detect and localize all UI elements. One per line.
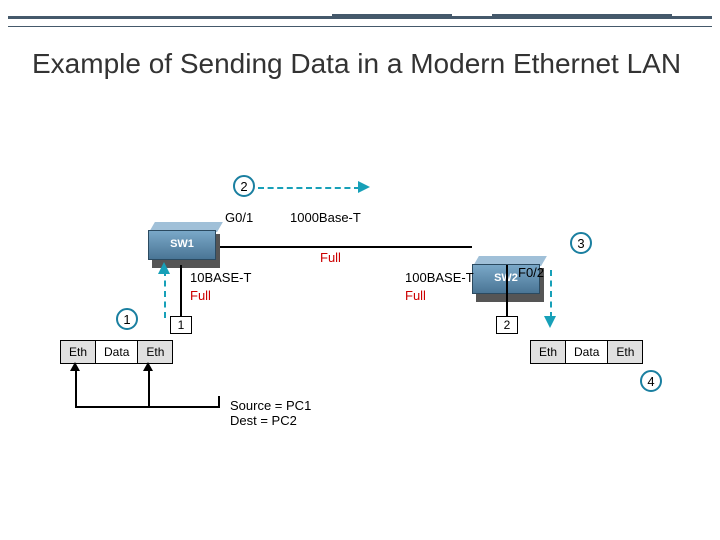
callout-line-1 [75, 366, 77, 406]
callout-hline [75, 406, 220, 408]
port-g01: G0/1 [225, 210, 253, 225]
step-3-arrowhead [544, 316, 556, 328]
step-1-arrowhead [158, 262, 170, 274]
callout-source: Source = PC1 [230, 398, 311, 413]
pc2-icon: 2 [496, 316, 518, 334]
callout-line-2 [148, 366, 150, 406]
trunk-type: 1000Base-T [290, 210, 361, 225]
callout-dest: Dest = PC2 [230, 413, 311, 428]
step-2-marker: 2 [233, 175, 255, 197]
step-1-marker: 1 [116, 308, 138, 330]
step-1-arrow [164, 270, 166, 318]
right-link-type: 100BASE-T [405, 270, 474, 285]
step-3-arrow [550, 270, 552, 318]
callout-vconnector [218, 396, 220, 408]
callout-arrowhead-2 [143, 362, 153, 371]
frame-left-eth-header: Eth [61, 341, 96, 363]
slide-title: Example of Sending Data in a Modern Ethe… [32, 46, 681, 81]
frame-right-eth-header: Eth [531, 341, 566, 363]
frame-right-data: Data [566, 341, 608, 363]
left-link-duplex: Full [190, 288, 211, 303]
network-diagram: SW1 SW2 G0/1 1000Base-T Full 2 10BASE-T … [40, 170, 680, 470]
switch-sw1-label: SW1 [148, 238, 216, 250]
frame-right-eth-trailer: Eth [608, 341, 642, 363]
pc1-icon: 1 [170, 316, 192, 334]
callout-arrowhead-1 [70, 362, 80, 371]
trunk-duplex: Full [320, 250, 341, 265]
frame-left: Eth Data Eth [60, 340, 173, 364]
step-3-marker: 3 [570, 232, 592, 254]
frame-left-data: Data [96, 341, 138, 363]
callout-text: Source = PC1 Dest = PC2 [230, 398, 311, 428]
switch-sw1: SW1 [148, 230, 216, 264]
step-2-arrow [258, 187, 360, 189]
frame-left-eth-trailer: Eth [138, 341, 172, 363]
slide-top-border [8, 4, 712, 28]
port-f02: F0/2 [518, 265, 544, 280]
left-link-type: 10BASE-T [190, 270, 251, 285]
right-link-duplex: Full [405, 288, 426, 303]
step-2-arrowhead [358, 181, 370, 193]
trunk-link [220, 246, 472, 248]
step-4-marker: 4 [640, 370, 662, 392]
frame-right: Eth Data Eth [530, 340, 643, 364]
